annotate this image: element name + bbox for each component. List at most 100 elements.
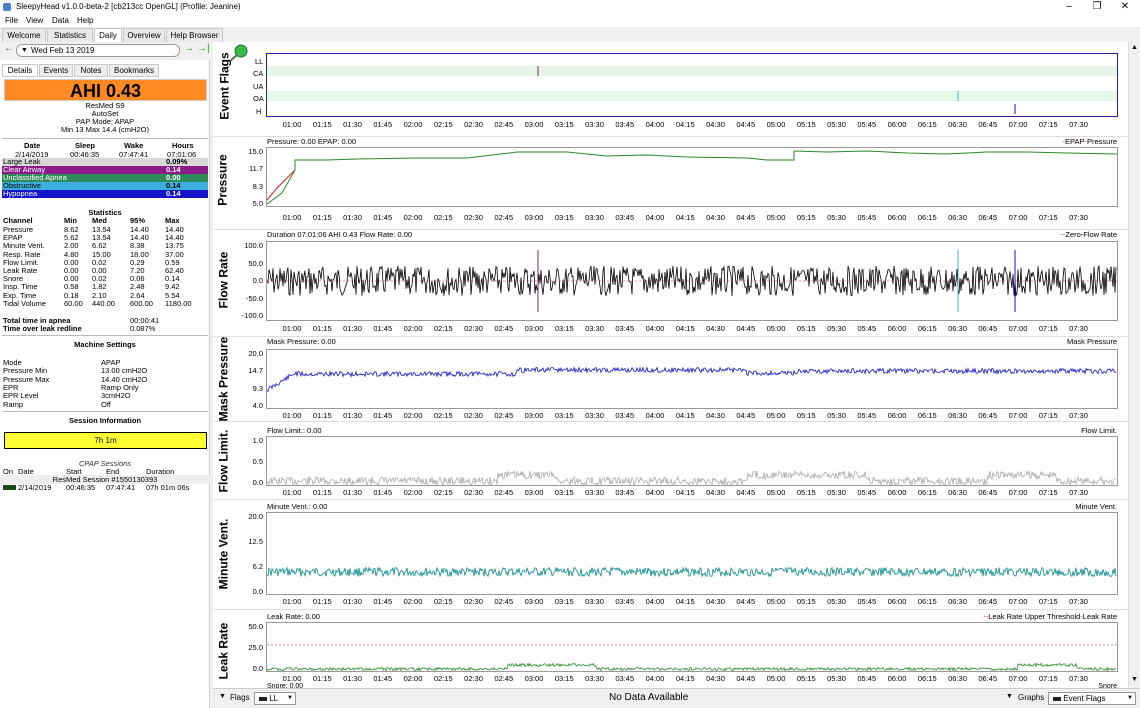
y-tick-label: 0.0: [252, 664, 263, 673]
flow-rate-y-ticks: 100.0 50.0 0.0 -50.0 -100.0: [233, 241, 265, 320]
x-tick-label: 02:45: [494, 411, 514, 420]
stats-header: Med: [92, 216, 107, 225]
x-tick-label: 06:30: [948, 324, 967, 333]
x-tick-label: 01:15: [312, 674, 332, 683]
x-tick-label: 04:30: [706, 488, 725, 497]
tab-help-browser[interactable]: Help Browser: [166, 28, 223, 42]
x-tick-label: 06:30: [948, 488, 967, 497]
tab-daily[interactable]: Daily: [94, 28, 122, 43]
flag-label-ll: LL: [255, 57, 264, 66]
y-tick-label: 4.0: [252, 401, 263, 410]
x-tick-label: 07:00: [1008, 213, 1028, 222]
menu-view[interactable]: View: [24, 14, 45, 27]
leak-rate-legend: --Leak Rate Upper Threshold-Leak Rate: [983, 612, 1117, 621]
y-tick-label: 15.0: [248, 147, 263, 156]
x-tick-label: 02:30: [464, 324, 483, 333]
flow-rate-title: Duration 07:01:06 AHI 0.43 Flow Rate: 0.…: [267, 230, 413, 239]
event-flags-plot[interactable]: [266, 53, 1118, 117]
mask-pressure-plot[interactable]: [266, 349, 1118, 409]
tab-welcome[interactable]: Welcome: [2, 28, 46, 42]
tab-statistics[interactable]: Statistics: [47, 28, 93, 42]
x-tick-label: 06:45: [978, 411, 998, 420]
minimize-button[interactable]: –: [1055, 0, 1083, 14]
x-tick-label: 02:00: [403, 597, 423, 606]
pressure-plot[interactable]: [266, 147, 1118, 207]
x-tick-label: 04:30: [706, 120, 725, 129]
x-tick-label: 05:15: [796, 120, 816, 129]
x-tick-label: 04:15: [675, 674, 695, 683]
x-tick-label: 04:30: [706, 213, 725, 222]
x-tick-label: 01:15: [312, 597, 332, 606]
x-tick-label: 06:15: [917, 674, 937, 683]
x-tick-label: 06:00: [887, 488, 907, 497]
x-tick-label: 01:00: [282, 324, 302, 333]
date-picker[interactable]: ▼ Wed Feb 13 2019: [16, 44, 180, 57]
x-tick-label: 02:15: [433, 674, 453, 683]
x-tick-label: 04:00: [645, 597, 665, 606]
menu-file[interactable]: File: [3, 14, 20, 27]
x-tick-label: 06:15: [917, 488, 937, 497]
stats-cell: 60.00: [64, 298, 83, 308]
close-button[interactable]: ✕: [1111, 0, 1139, 14]
menu-help[interactable]: Help: [75, 14, 95, 27]
flag-label-oa: OA: [253, 94, 264, 103]
x-tick-label: 02:15: [433, 411, 453, 420]
minute-vent-panel: Minute Vent.: 0.00 Minute Vent. Minute V…: [213, 502, 1137, 610]
x-tick-label: 06:15: [917, 411, 937, 420]
graphs-label: Graphs: [1018, 693, 1045, 702]
leak-rate-axis-label: Leak Rate: [216, 622, 231, 680]
mask-pressure-axis-label: Mask Pressure: [216, 336, 231, 422]
stats-cell: 440.00: [92, 298, 115, 308]
x-tick-label: 06:00: [887, 324, 907, 333]
prev-day-arrow-icon[interactable]: ←: [4, 43, 14, 54]
maximize-button[interactable]: ❐: [1083, 0, 1111, 14]
x-tick-label: 05:45: [857, 324, 877, 333]
x-tick-label: 04:45: [736, 120, 756, 129]
flags-select[interactable]: LL ▼: [254, 692, 296, 705]
y-tick-label: 5.0: [252, 199, 263, 208]
y-tick-label: 1.0: [252, 436, 263, 445]
tab-notes[interactable]: Notes: [74, 64, 108, 77]
x-tick-label: 07:30: [1069, 213, 1088, 222]
stats-cell: 600.00: [130, 298, 153, 308]
x-tick-label: 04:30: [706, 411, 725, 420]
tab-bookmarks[interactable]: Bookmarks: [109, 64, 159, 77]
x-tick-label: 05:30: [827, 120, 846, 129]
scroll-down-icon[interactable]: ▼: [1131, 676, 1138, 683]
flags-dropdown-icon[interactable]: ▼: [219, 693, 226, 700]
x-tick-label: 03:00: [524, 488, 544, 497]
mask-pressure-x-axis: 01:00 01:15 01:30 01:45 02:00 02:15 02:30 02:45…: [266, 411, 1118, 421]
session-checkbox[interactable]: [3, 485, 16, 490]
x-tick-label: 05:45: [857, 488, 877, 497]
y-tick-label: 0.0: [252, 478, 263, 487]
last-day-arrow-icon[interactable]: →|: [197, 43, 210, 54]
x-tick-label: 03:15: [554, 411, 574, 420]
graphs-select[interactable]: Event Flags ▼: [1048, 692, 1136, 705]
x-tick-label: 03:30: [585, 213, 604, 222]
next-day-arrow-icon[interactable]: →: [184, 43, 194, 54]
x-tick-label: 04:00: [645, 120, 665, 129]
summary-header-sleep: Sleep: [75, 141, 96, 150]
leak-rate-plot[interactable]: [266, 622, 1118, 672]
x-tick-label: 03:15: [554, 488, 574, 497]
x-tick-label: 06:00: [887, 120, 907, 129]
session-duration-bar[interactable]: 7h 1m: [4, 432, 207, 449]
bottom-bar: ▼ Flags LL ▼ No Data Available ▼ Graphs …: [213, 688, 1140, 708]
flow-limit-plot[interactable]: [266, 436, 1118, 486]
graph-scrollbar[interactable]: ▲ ▼: [1128, 42, 1140, 688]
x-tick-label: 05:30: [827, 411, 846, 420]
tab-events[interactable]: Events: [39, 64, 73, 77]
tab-overview[interactable]: Overview: [123, 28, 165, 42]
graphs-dropdown-icon[interactable]: ▼: [1006, 693, 1013, 700]
x-tick-label: 01:45: [373, 213, 393, 222]
menu-data[interactable]: Data: [50, 14, 71, 27]
leak-rate-legend-threshold: Leak Rate Upper Threshold: [988, 612, 1081, 621]
x-tick-label: 02:30: [464, 597, 483, 606]
scroll-up-icon[interactable]: ▲: [1131, 44, 1138, 51]
tab-details[interactable]: Details: [2, 64, 38, 77]
x-tick-label: 05:30: [827, 488, 846, 497]
minute-vent-plot[interactable]: [266, 512, 1118, 595]
x-tick-label: 01:00: [282, 597, 302, 606]
flow-rate-plot[interactable]: [266, 241, 1118, 321]
signal-trace: [267, 469, 1117, 485]
